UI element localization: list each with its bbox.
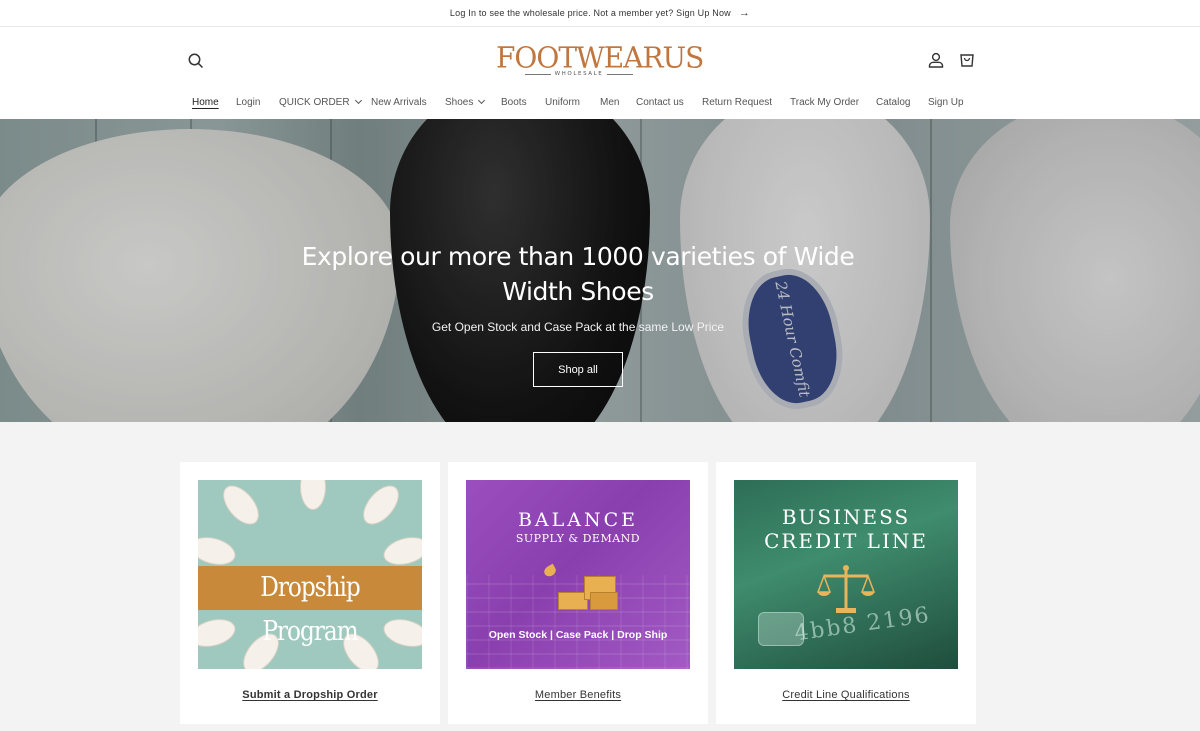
cart-icon[interactable] <box>958 51 976 69</box>
nav-quick-order[interactable]: QUICK ORDER <box>279 96 362 108</box>
hero-subtitle: Get Open Stock and Case Pack at the same… <box>431 320 725 334</box>
announcement-text[interactable]: Log In to see the wholesale price. Not a… <box>450 8 731 18</box>
shop-all-button[interactable]: Shop all <box>533 352 623 387</box>
member-benefits-card[interactable]: BALANCE SUPPLY & DEMAND Open Stock | Cas… <box>448 462 708 724</box>
chevron-down-icon <box>354 96 362 105</box>
nav-new-arrivals[interactable]: New Arrivals <box>371 97 427 108</box>
main-nav: Home Login QUICK ORDER New Arrivals Shoe… <box>0 94 1200 116</box>
nav-boots[interactable]: Boots <box>501 97 527 108</box>
logo-name: FOOTWEARUS <box>496 40 704 75</box>
nav-return-request[interactable]: Return Request <box>702 97 772 108</box>
credit-line-image[interactable]: BUSINESS CREDIT LINE 4bb8 2196 <box>734 480 958 669</box>
hero-banner: 24 Hour Comfit Explore our more than 100… <box>0 119 1200 422</box>
nav-shoes[interactable]: Shoes <box>445 96 486 108</box>
nav-contact[interactable]: Contact us <box>636 97 684 108</box>
nav-catalog[interactable]: Catalog <box>876 97 910 108</box>
nav-sign-up[interactable]: Sign Up <box>928 97 964 108</box>
site-logo[interactable]: FOOTWEARUS WHOLESALE <box>496 40 704 77</box>
balance-image[interactable]: BALANCE SUPPLY & DEMAND Open Stock | Cas… <box>466 480 690 669</box>
arrow-right-icon[interactable]: → <box>739 7 750 19</box>
dropship-card[interactable]: Dropship Program Submit a Dropship Order <box>180 462 440 724</box>
balance-subtitle: SUPPLY & DEMAND <box>515 532 641 545</box>
nav-men[interactable]: Men <box>600 97 619 108</box>
nav-track-order[interactable]: Track My Order <box>790 97 859 108</box>
scales-icon <box>816 565 876 613</box>
balance-footer: Open Stock | Case Pack | Drop Ship <box>488 629 668 641</box>
balance-title: BALANCE <box>517 509 639 531</box>
search-icon[interactable] <box>186 51 206 71</box>
feature-cards: Dropship Program Submit a Dropship Order… <box>180 462 976 724</box>
dropship-banner: Dropship Program <box>198 566 422 647</box>
credit-line-card[interactable]: BUSINESS CREDIT LINE 4bb8 2196 Credit Li… <box>716 462 976 724</box>
submit-dropship-link[interactable]: Submit a Dropship Order <box>180 689 440 701</box>
dropship-image[interactable]: Dropship Program <box>198 480 422 669</box>
credit-line-link[interactable]: Credit Line Qualifications <box>716 689 976 701</box>
nav-uniform[interactable]: Uniform <box>545 97 580 108</box>
nav-home[interactable]: Home <box>192 97 219 108</box>
nav-login[interactable]: Login <box>236 97 260 108</box>
site-header: FOOTWEARUS WHOLESALE Home Login QUICK OR… <box>0 27 1200 119</box>
announcement-bar[interactable]: Log In to see the wholesale price. Not a… <box>0 0 1200 27</box>
credit-line-title: BUSINESS CREDIT LINE <box>764 505 928 553</box>
account-icon[interactable] <box>927 51 945 69</box>
member-benefits-link[interactable]: Member Benefits <box>448 689 708 701</box>
hero-title: Explore our more than 1000 varieties of … <box>301 242 855 306</box>
chevron-down-icon <box>478 96 486 105</box>
